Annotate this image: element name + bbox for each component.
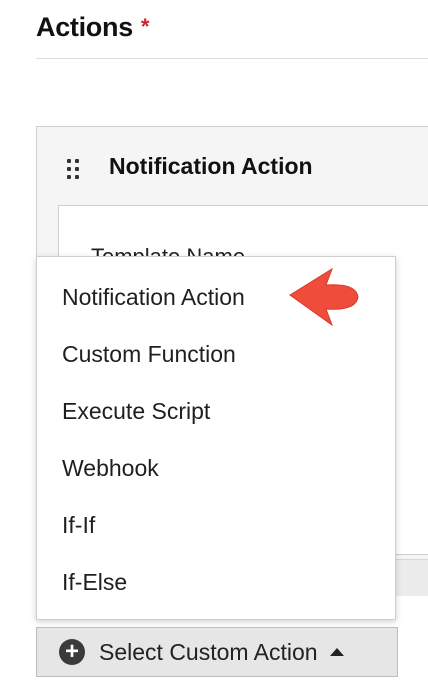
section-header: Actions * — [36, 12, 149, 43]
menu-item-webhook[interactable]: Webhook — [37, 440, 395, 497]
section-title: Actions — [36, 12, 133, 42]
drag-handle-icon[interactable] — [67, 159, 81, 181]
required-indicator: * — [140, 14, 150, 39]
plus-circle-icon: + — [59, 639, 85, 665]
section-divider — [36, 58, 428, 59]
menu-item-custom-function[interactable]: Custom Function — [37, 326, 395, 383]
select-custom-action-label: Select Custom Action — [99, 638, 318, 665]
pointer-arrow-icon — [289, 267, 359, 327]
menu-item-execute-script[interactable]: Execute Script — [37, 383, 395, 440]
card-title: Notification Action — [109, 153, 313, 179]
menu-item-if-if[interactable]: If-If — [37, 497, 395, 554]
caret-up-icon — [329, 648, 344, 656]
menu-item-if-else[interactable]: If-Else — [37, 554, 395, 611]
select-custom-action-button[interactable]: + Select Custom Action — [36, 627, 398, 677]
